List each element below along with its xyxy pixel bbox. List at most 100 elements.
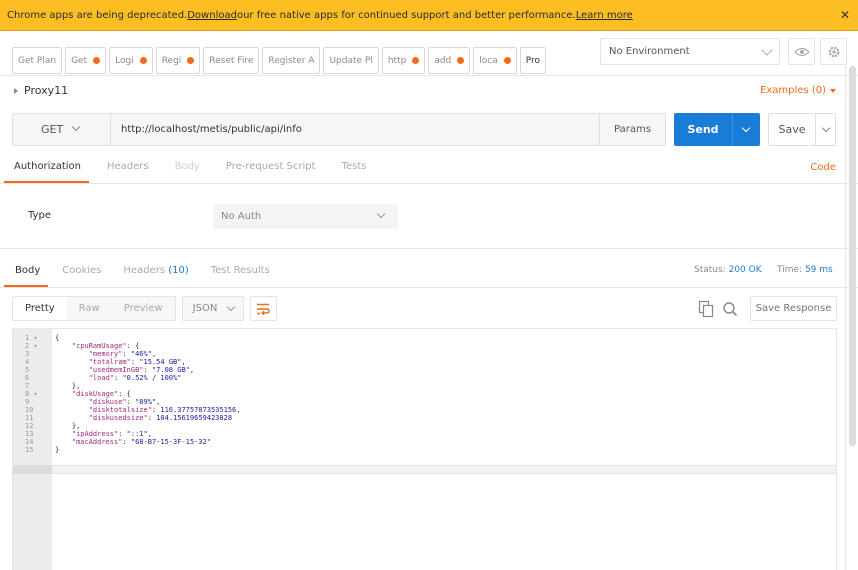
line-number: 11: [25, 414, 34, 422]
view-preview-button[interactable]: Preview: [112, 297, 175, 320]
line-number: 8 ▾: [25, 390, 38, 398]
request-tab[interactable]: Regi: [155, 47, 201, 74]
tab-authorization[interactable]: Authorization: [14, 161, 81, 172]
unsaved-dot-icon: [93, 57, 101, 64]
gear-icon: [828, 46, 839, 57]
request-tab-label: Get: [71, 55, 88, 66]
environment-select[interactable]: No Environment: [600, 38, 780, 65]
collection-name: Proxy11: [24, 84, 69, 97]
time-value: 59 ms: [804, 265, 833, 275]
send-label: Send: [687, 123, 719, 136]
manage-environments-button[interactable]: [820, 38, 847, 65]
examples-label: Examples (0): [760, 85, 826, 96]
tab-test-results[interactable]: Test Results: [211, 265, 270, 276]
chevron-down-icon: [71, 122, 81, 132]
save-response-button[interactable]: Save Response: [750, 296, 837, 321]
tab-tests[interactable]: Tests: [342, 161, 367, 172]
url-bar: GET Params: [12, 113, 666, 146]
code-line: "diskUsage": {: [71, 390, 131, 398]
line-number: 14: [25, 438, 34, 446]
request-tab[interactable]: Pro: [519, 47, 547, 74]
request-tab[interactable]: loca: [473, 47, 517, 74]
request-tab[interactable]: Get Plan: [12, 47, 63, 74]
active-line-gutter-highlight: [13, 465, 52, 474]
time-label: Time:: [777, 265, 803, 275]
caret-down-icon: [830, 88, 836, 93]
tab-headers[interactable]: Headers: [107, 161, 149, 172]
learn-more-link[interactable]: Learn more: [576, 10, 633, 21]
chevron-down-icon: [761, 44, 773, 56]
request-tab[interactable]: Get: [65, 47, 107, 74]
auth-type-select[interactable]: No Auth: [213, 204, 398, 229]
code-line: "macAddress": "68-B7-15-3F-15-32": [71, 438, 211, 446]
unsaved-dot-icon: [412, 57, 420, 64]
tab-body[interactable]: Body: [175, 161, 200, 172]
send-button[interactable]: Send: [674, 113, 760, 146]
line-number: 13: [25, 430, 34, 438]
divider: [0, 183, 858, 184]
request-tab-label: Update Pl: [329, 55, 373, 66]
collection-breadcrumb[interactable]: Proxy11: [14, 84, 68, 97]
url-input[interactable]: [121, 114, 591, 145]
unsaved-dot-icon: [457, 57, 465, 64]
request-tab[interactable]: Reset Fire: [203, 47, 260, 74]
environment-select-value: No Environment: [609, 46, 690, 57]
chevron-down-icon[interactable]: [741, 123, 751, 133]
code-line: "load": "0.52% / 100%": [88, 374, 182, 382]
download-link[interactable]: Download: [187, 10, 237, 21]
save-button[interactable]: Save: [768, 113, 836, 146]
search-icon[interactable]: [722, 300, 738, 318]
request-tab[interactable]: http: [381, 47, 426, 74]
request-tab[interactable]: Update Pl: [323, 47, 379, 74]
method-select[interactable]: GET: [13, 114, 111, 145]
save-separator: [815, 114, 816, 145]
examples-dropdown[interactable]: Examples (0): [760, 85, 836, 96]
tab-pre-request-script[interactable]: Pre-request Script: [226, 161, 316, 172]
line-number: 10: [25, 406, 34, 414]
tab-response-body[interactable]: Body: [15, 265, 40, 276]
tab-response-headers[interactable]: Headers (10): [123, 265, 188, 276]
save-label: Save: [778, 123, 806, 136]
active-line-highlight: [52, 465, 836, 474]
request-tab-label: Register A: [268, 55, 315, 66]
code-link[interactable]: Code: [810, 162, 836, 173]
line-number: 1 ▾: [25, 334, 38, 342]
view-raw-button[interactable]: Raw: [67, 297, 112, 320]
divider: [0, 75, 858, 76]
request-tab[interactable]: add: [428, 47, 471, 74]
line-number: 6: [25, 374, 30, 382]
banner-text-before: Chrome apps are being deprecated.: [7, 9, 188, 21]
chevron-down-icon: [376, 209, 386, 219]
chevron-down-icon[interactable]: [821, 123, 831, 133]
copy-icon[interactable]: [698, 300, 714, 318]
tab-response-cookies[interactable]: Cookies: [62, 265, 101, 276]
request-tab-label: Logi: [115, 55, 134, 66]
code-line: },: [55, 382, 81, 390]
code-line: "memory": "46%",: [88, 350, 157, 358]
send-separator: [732, 113, 733, 146]
format-select[interactable]: JSON: [181, 296, 244, 321]
close-icon[interactable]: ✕: [840, 8, 850, 22]
line-number: 2 ▾: [25, 342, 38, 350]
request-tab-label: add: [434, 55, 452, 66]
params-button[interactable]: Params: [599, 114, 665, 145]
response-body-editor[interactable]: 1 ▾ {2 ▾ "cpuRamUsage": {3 "memory": "46%…: [12, 328, 837, 570]
view-mode-group: Pretty Raw Preview: [12, 296, 176, 321]
format-value: JSON: [192, 303, 218, 314]
code-line: "diskuse": "89%",: [88, 398, 161, 406]
request-tab[interactable]: Register A: [262, 47, 321, 74]
code-line: "disktotalsize": 116.37757873535156,: [88, 406, 241, 414]
response-time: Time: 59 ms: [777, 265, 833, 275]
request-tab[interactable]: Logi: [109, 47, 153, 74]
request-tab-label: Pro: [525, 55, 541, 66]
auth-type-label: Type: [28, 210, 51, 221]
request-tabs-bar: Get Plan Get Logi Regi Reset Fire Register A U…: [12, 47, 547, 74]
scrollbar[interactable]: [849, 66, 856, 446]
view-pretty-button[interactable]: Pretty: [13, 297, 67, 320]
headers-count: (10): [168, 265, 189, 276]
line-number: 4: [25, 358, 30, 366]
wrap-lines-button[interactable]: [249, 296, 277, 321]
request-tab-label: Get Plan: [18, 55, 57, 66]
environment-quick-look-button[interactable]: [788, 38, 815, 65]
auth-type-value: No Auth: [221, 211, 262, 222]
